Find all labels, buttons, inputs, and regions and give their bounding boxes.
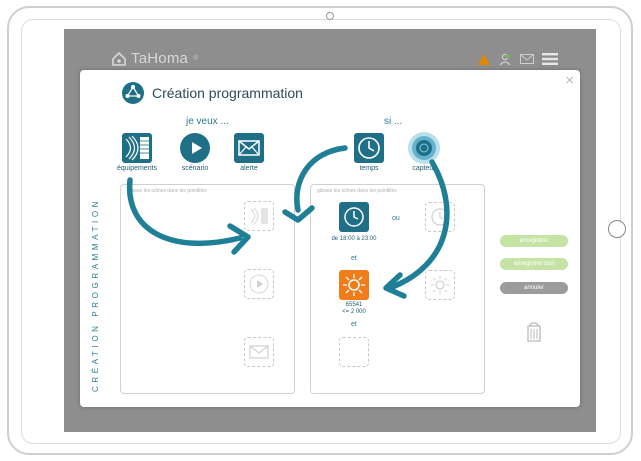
modal-header: Création programmation — [122, 82, 303, 104]
palette-equipments[interactable]: équipements — [109, 133, 165, 172]
sensor-threshold: <= 2 000 — [342, 309, 366, 315]
home-button[interactable] — [608, 220, 626, 238]
condition-slot-time[interactable] — [425, 202, 455, 232]
action-slot-alert[interactable] — [244, 337, 274, 367]
sun-ghost-icon — [431, 276, 449, 294]
palette-scenario[interactable]: scénario — [167, 133, 223, 172]
logo-registered-mark: ® — [193, 55, 199, 62]
sensor-condition-tile[interactable] — [339, 270, 369, 300]
envelope-icon — [234, 133, 264, 163]
close-icon[interactable]: × — [565, 73, 574, 88]
conditions-drop-panel[interactable]: glissez les icônes dans les pointillés d… — [310, 184, 485, 394]
mail-icon[interactable] — [520, 54, 534, 64]
menu-icon[interactable] — [542, 53, 558, 65]
palette-alert[interactable]: alerte — [221, 133, 277, 172]
stage: TaHoma ® × Création programmation CRÉATI… — [0, 0, 641, 461]
logo: TaHoma ® — [112, 50, 198, 67]
house-logo-icon — [112, 51, 126, 66]
conditions-drop-hint: glissez les icônes dans les pointillés — [317, 188, 397, 194]
envelope-ghost-icon — [249, 345, 269, 359]
palette-label-alert: alerte — [240, 165, 258, 172]
topbar-icons — [478, 53, 558, 65]
time-condition-tile[interactable] — [339, 202, 369, 232]
alert-icon[interactable] — [478, 53, 490, 65]
play-ghost-icon — [249, 274, 269, 294]
sensor-id: 65541 — [345, 302, 363, 308]
programming-modal: × Création programmation CRÉATION PROGRA… — [80, 70, 580, 407]
condition-slot-empty[interactable] — [339, 337, 369, 367]
action-slot-equipment[interactable] — [244, 201, 274, 231]
palette-sensor[interactable]: capteur — [396, 131, 452, 172]
clock-icon — [354, 133, 384, 163]
palette-time[interactable]: temps — [341, 133, 397, 172]
palette-label-equipments: équipements — [116, 165, 158, 172]
action-slot-scenario[interactable] — [244, 269, 274, 299]
equipment-icon — [122, 133, 152, 163]
condition-slot-sensor[interactable] — [425, 270, 455, 300]
cancel-button[interactable]: annuler — [500, 282, 568, 294]
left-heading: je veux ... — [186, 116, 229, 127]
or-label: ou — [392, 215, 400, 222]
camera-icon — [326, 12, 334, 20]
actions-drop-panel[interactable]: glissez les icônes dans les pointillés — [120, 184, 295, 394]
sun-icon — [343, 274, 365, 296]
palette-label-sensor: capteur — [412, 165, 436, 172]
and-label-1: et — [351, 255, 357, 262]
palette-label-scenario: scénario — [181, 165, 209, 172]
clock-icon — [344, 207, 364, 227]
actions-drop-hint: glissez les icônes dans les pointillés — [127, 188, 207, 194]
play-icon — [180, 133, 210, 163]
clock-ghost-icon — [431, 208, 449, 226]
modal-title: Création programmation — [152, 85, 303, 101]
user-icon[interactable] — [498, 53, 512, 65]
vertical-section-label: CRÉATION PROGRAMMATION — [91, 197, 100, 392]
right-heading: si ... — [384, 116, 403, 127]
and-label-2: et — [351, 321, 357, 328]
logo-text: TaHoma — [131, 50, 189, 67]
palette-label-time: temps — [359, 165, 379, 172]
equipment-ghost-icon — [250, 207, 268, 225]
sensor-icon — [407, 131, 441, 165]
save-all-button[interactable]: enregistrer tout — [500, 258, 568, 270]
trash-icon[interactable] — [526, 322, 542, 347]
save-button[interactable]: enregistrer — [500, 235, 568, 247]
time-condition-text: de 18:00 à 23:00 — [331, 236, 377, 242]
programming-icon — [122, 82, 144, 104]
